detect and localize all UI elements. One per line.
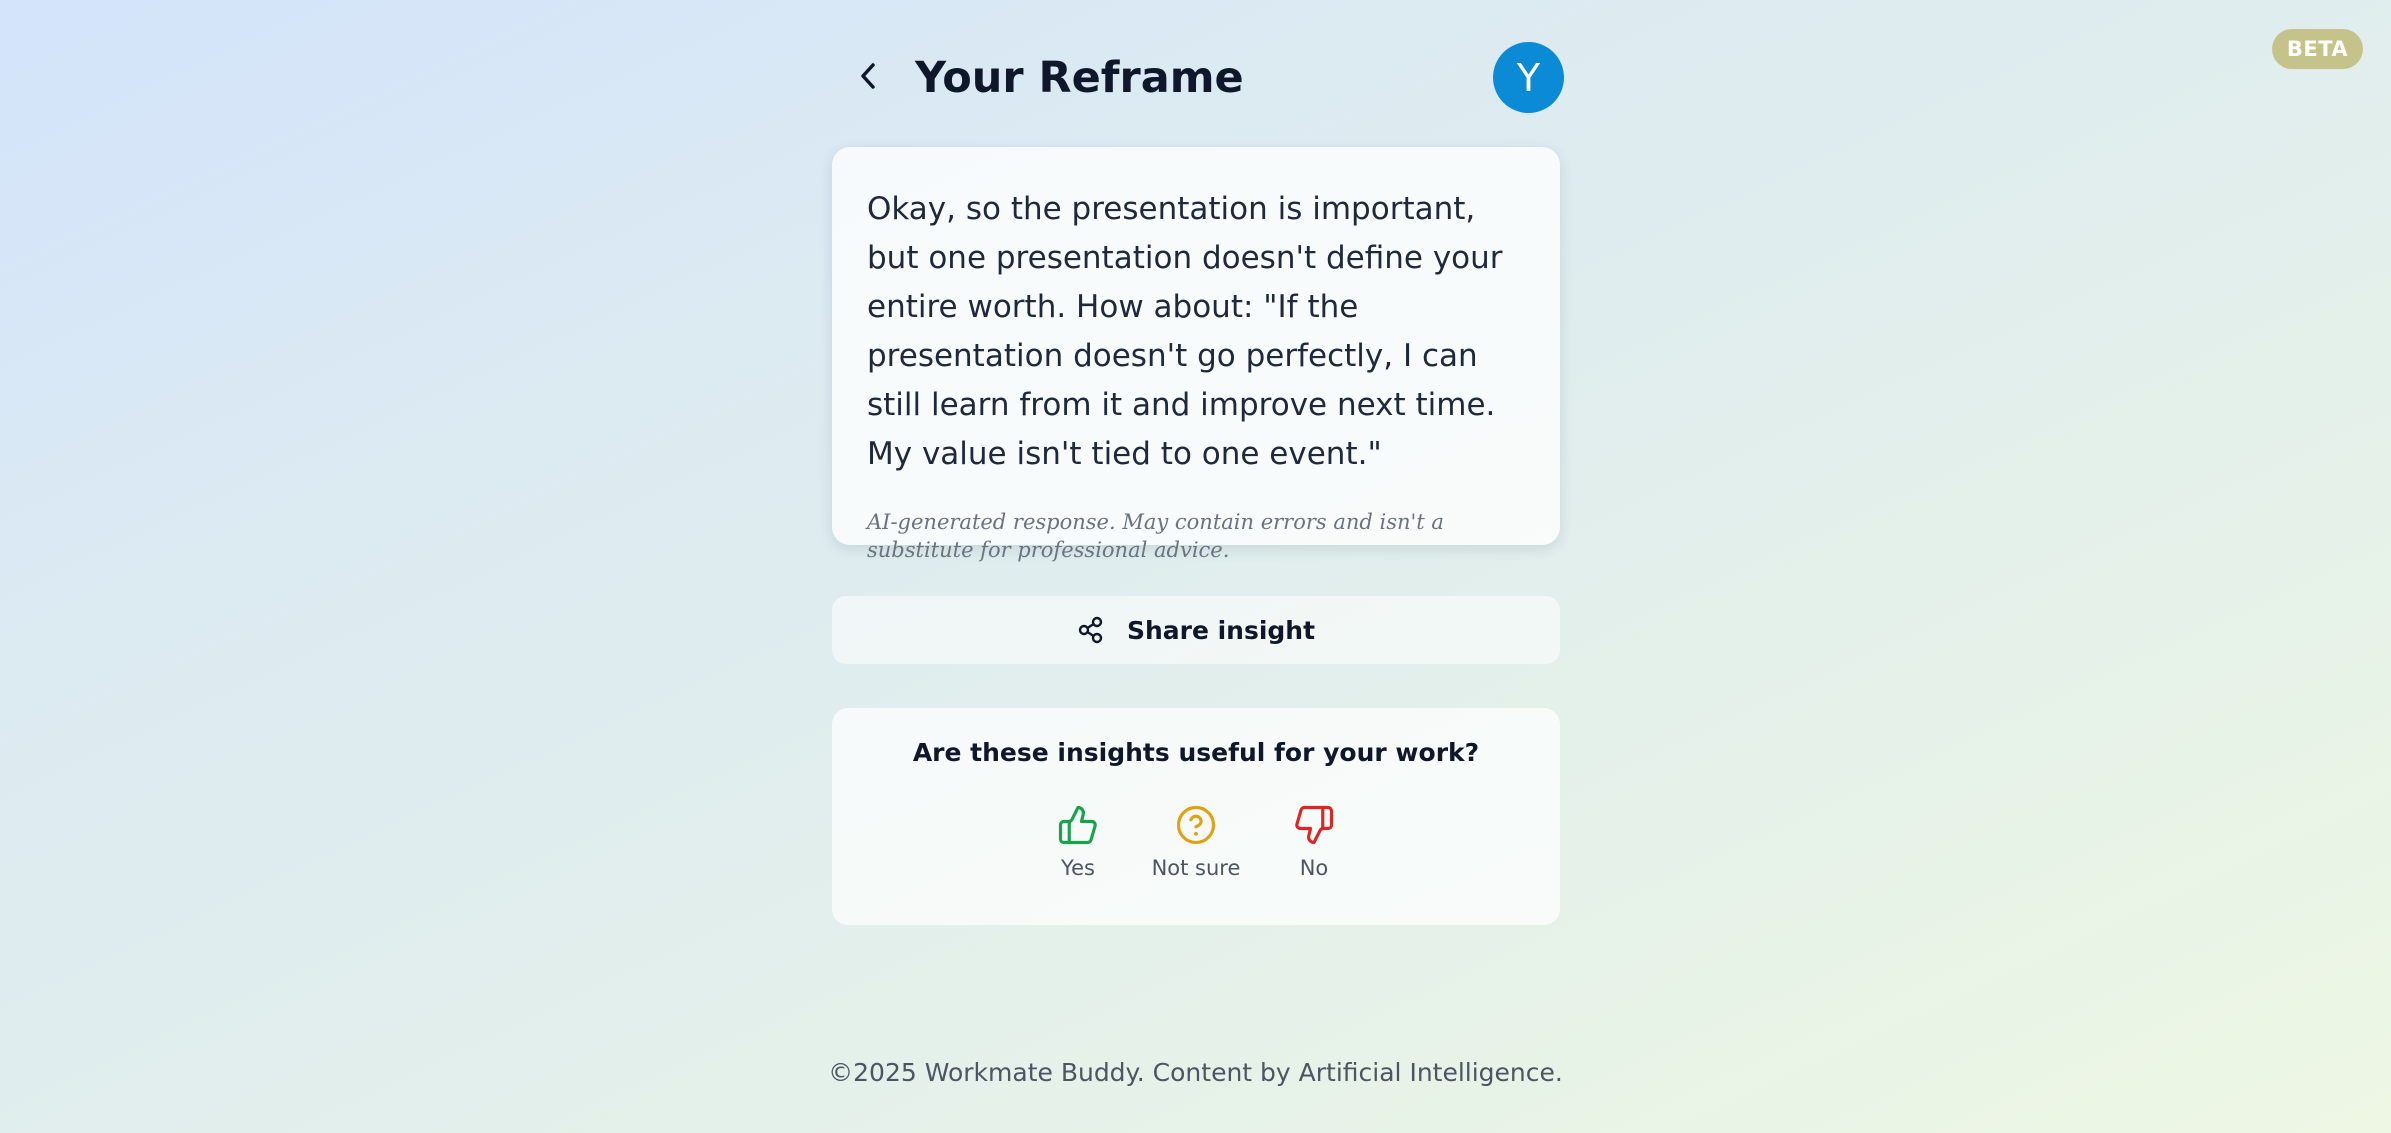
question-circle-icon [1176,805,1216,845]
avatar[interactable]: Y [1493,42,1564,113]
feedback-not-sure-label: Not sure [1151,856,1241,880]
back-button[interactable] [848,56,888,96]
footer-copyright: ©2025 Workmate Buddy. Content by Artific… [828,1058,1563,1087]
page-title: Your Reframe [915,53,1244,103]
feedback-yes-label: Yes [1061,856,1095,880]
feedback-no-button[interactable]: No [1274,804,1354,880]
feedback-no-label: No [1299,856,1329,880]
feedback-question: Are these insights useful for your work? [912,738,1480,767]
beta-badge: BETA [2272,29,2363,69]
reframe-text: Okay, so the presentation is important, … [867,191,1503,472]
share-insight-button[interactable]: Share insight [832,596,1560,664]
feedback-yes-button[interactable]: Yes [1038,804,1118,880]
reframe-card: Okay, so the presentation is important, … [832,147,1560,562]
thumbs-down-icon [1295,805,1334,845]
chevron-left-icon [861,63,875,89]
thumbs-up-icon [1058,805,1097,845]
share-insight-label: Share insight [1126,615,1316,645]
feedback-not-sure-button[interactable]: Not sure [1152,804,1240,880]
ai-disclaimer: AI-generated response. May contain error… [867,510,1444,562]
share-icon [1078,616,1103,644]
feedback-panel: Are these insights useful for your work?… [832,708,1560,925]
